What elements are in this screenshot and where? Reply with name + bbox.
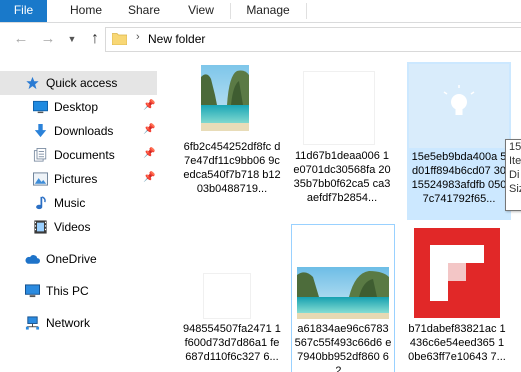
file-item[interactable]: 948554507fa2471 1f600d73d7d86a1 fe687d11… <box>180 224 284 372</box>
sidebar-item-label: Downloads <box>54 124 114 138</box>
file-info-tooltip: 15 Ite Di Siz <box>505 139 521 211</box>
pin-icon[interactable]: 📌 <box>143 100 155 111</box>
sidebar-item-pictures[interactable]: Pictures 📌 <box>0 167 157 191</box>
file-name: 15e5eb9bda400a 5d01ff894b6cd07 301552498… <box>411 151 507 205</box>
file-name: 11d67b1deaa006 1e0701dc30568fa 2035b7bb0… <box>293 150 391 204</box>
sidebar-item-quick-access[interactable]: Quick access <box>0 71 157 95</box>
file-item[interactable]: 11d67b1deaa006 1e0701dc30568fa 2035b7bb0… <box>290 62 394 220</box>
sidebar-item-documents[interactable]: Documents 📌 <box>0 143 157 167</box>
sidebar-item-label: Pictures <box>54 172 98 186</box>
recent-locations-chevron-icon[interactable]: ▼ <box>64 30 80 48</box>
sidebar-item-label: Documents <box>54 148 115 162</box>
sidebar-item-desktop[interactable]: Desktop 📌 <box>0 95 157 119</box>
file-item[interactable]: b71dabef83821ac 1436c6e54eed365 10be63ff… <box>405 224 509 372</box>
pin-icon[interactable]: 📌 <box>143 172 155 183</box>
file-name: 6fb2c454252df8fc d7e47df11c9bb06 9cedca5… <box>183 141 281 195</box>
sidebar-item-label: Desktop <box>54 100 99 114</box>
up-arrow-icon[interactable]: ↑ <box>87 30 103 48</box>
star-icon <box>26 76 39 90</box>
pin-icon[interactable]: 📌 <box>143 124 155 135</box>
sidebar-item-label: This PC <box>46 284 89 298</box>
sidebar-item-label: Network <box>46 316 91 330</box>
back-arrow-icon[interactable]: ← <box>13 30 29 48</box>
pin-icon[interactable]: 📌 <box>143 148 155 159</box>
tab-divider <box>306 3 307 19</box>
lagoon-landscape-thumbnail <box>297 267 389 319</box>
tooltip-line: Di <box>509 169 520 181</box>
music-icon <box>36 196 46 210</box>
image-placeholder-thumbnail <box>409 64 509 148</box>
file-item-selected[interactable]: 15e5eb9bda400a 5d01ff894b6cd07 301552498… <box>407 62 511 220</box>
sidebar-item-music[interactable]: Music <box>0 191 157 215</box>
file-item[interactable]: a61834ae96c6783 567c55f493c66d6 e7940bb9… <box>291 224 395 372</box>
breadcrumb-chevron-icon[interactable]: › <box>136 31 140 43</box>
file-name: a61834ae96c6783 567c55f493c66d6 e7940bb9… <box>294 323 392 372</box>
breadcrumb-current-folder[interactable]: New folder <box>148 32 205 46</box>
file-name: 948554507fa2471 1f600d73d7d86a1 fe687d11… <box>183 323 281 363</box>
blank-file-thumbnail <box>204 274 250 318</box>
sidebar-item-label: Videos <box>54 220 91 234</box>
desktop-icon <box>33 100 48 114</box>
tab-manage[interactable]: Manage <box>231 0 305 22</box>
documents-icon <box>33 148 47 162</box>
sidebar-item-downloads[interactable]: Downloads 📌 <box>0 119 157 143</box>
forward-arrow-icon[interactable]: → <box>40 30 56 48</box>
videos-icon <box>34 220 47 234</box>
downloads-icon <box>34 124 47 138</box>
sidebar-item-label: OneDrive <box>46 252 97 266</box>
sidebar-item-network[interactable]: Network <box>0 311 157 335</box>
tab-view[interactable]: View <box>172 0 230 22</box>
file-list-pane: 6fb2c454252df8fc d7e47df11c9bb06 9cedca5… <box>160 56 521 372</box>
navigation-bar: ← → ▼ ↑ › New folder <box>0 23 521 55</box>
tab-file[interactable]: File <box>0 0 47 22</box>
lightbulb-icon <box>443 85 475 115</box>
pictures-icon <box>33 172 48 186</box>
tab-home[interactable]: Home <box>57 0 115 22</box>
sidebar-item-label: Quick access <box>46 76 118 90</box>
lagoon-portrait-thumbnail <box>201 65 249 131</box>
ribbon-tabs: File Home Share View Manage <box>0 0 521 23</box>
folder-icon <box>112 33 127 45</box>
sidebar-item-videos[interactable]: Videos <box>0 215 157 239</box>
sidebar-item-onedrive[interactable]: OneDrive <box>0 247 157 271</box>
tooltip-line: Ite <box>509 155 521 167</box>
network-icon <box>25 316 40 330</box>
file-item[interactable]: 6fb2c454252df8fc d7e47df11c9bb06 9cedca5… <box>180 62 284 220</box>
blank-file-thumbnail <box>304 72 374 144</box>
sidebar-item-this-pc[interactable]: This PC <box>0 279 157 303</box>
file-name: b71dabef83821ac 1436c6e54eed365 10be63ff… <box>408 323 506 363</box>
sidebar-item-label: Music <box>54 196 86 210</box>
tab-share[interactable]: Share <box>116 0 172 22</box>
tooltip-line: 15 <box>509 141 521 153</box>
navigation-pane: Quick access Desktop 📌 Downloads 📌 Docum… <box>0 56 160 372</box>
onedrive-cloud-icon <box>25 255 40 264</box>
tooltip-line: Siz <box>509 183 521 195</box>
computer-icon <box>25 284 40 298</box>
flipboard-logo-icon <box>414 228 500 318</box>
address-bar[interactable]: › New folder <box>105 27 521 52</box>
